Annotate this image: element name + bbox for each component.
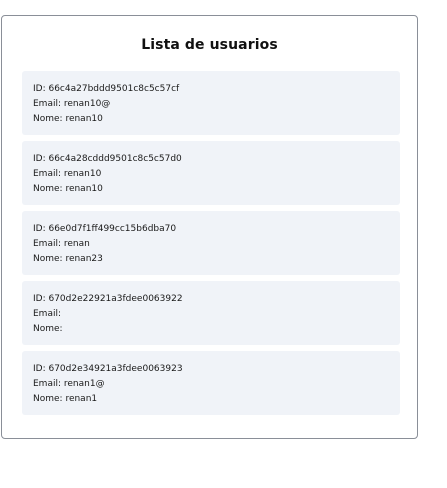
user-id: ID: 66e0d7f1ff499cc15b6dba70	[33, 224, 177, 234]
user-item: ID: 66c4a28cddd9501c8c5c57d0 Email: rena…	[22, 141, 400, 205]
user-nome: Nome: renan1	[33, 394, 98, 404]
user-id: ID: 670d2e34921a3fdee0063923	[33, 364, 183, 374]
user-nome: Nome:	[33, 324, 63, 334]
user-email: Email: renan10	[33, 169, 102, 179]
user-item: ID: 66e0d7f1ff499cc15b6dba70 Email: rena…	[22, 211, 400, 275]
user-email: Email: renan	[33, 239, 90, 249]
user-list: ID: 66c4a27bddd9501c8c5c57cf Email: rena…	[22, 71, 400, 421]
user-id: ID: 66c4a28cddd9501c8c5c57d0	[33, 154, 182, 164]
user-list-card: Lista de usuarios ID: 66c4a27bddd9501c8c…	[1, 15, 418, 439]
user-item: ID: 670d2e22921a3fdee0063922 Email: Nome…	[22, 281, 400, 345]
user-item: ID: 670d2e34921a3fdee0063923 Email: rena…	[22, 351, 400, 415]
page-title: Lista de usuarios	[141, 37, 278, 53]
user-nome: Nome: renan10	[33, 114, 103, 124]
user-email: Email: renan1@	[33, 379, 105, 389]
user-email: Email:	[33, 309, 62, 319]
user-nome: Nome: renan10	[33, 184, 103, 194]
user-id: ID: 66c4a27bddd9501c8c5c57cf	[33, 84, 180, 94]
user-nome: Nome: renan23	[33, 254, 103, 264]
user-email: Email: renan10@	[33, 99, 111, 109]
user-item: ID: 66c4a27bddd9501c8c5c57cf Email: rena…	[22, 71, 400, 135]
user-id: ID: 670d2e22921a3fdee0063922	[33, 294, 183, 304]
